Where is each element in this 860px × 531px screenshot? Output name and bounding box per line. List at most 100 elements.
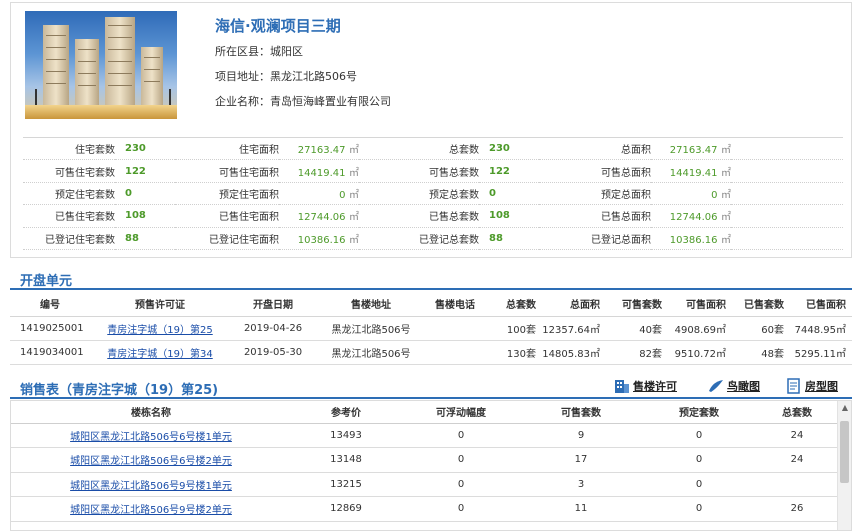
sales-cell: 24: [757, 447, 837, 473]
units-cell: 9510.72㎡: [668, 340, 732, 365]
units-header: 开盘日期: [230, 292, 316, 317]
stat-spacer: [731, 136, 843, 161]
table-row: 城阳区黑龙江北路506号9号楼1单元 13215 0 3 0: [11, 472, 837, 497]
stat-label: 可售住宅套数: [23, 159, 115, 183]
area-unit: ㎡: [349, 167, 359, 179]
units-header: 预售许可证: [90, 292, 230, 317]
stats-row: 可售住宅套数 122 可售住宅面积 14419.41 ㎡可售总套数 122 可售总面积 14…: [23, 159, 843, 183]
sales-cell: [757, 472, 837, 497]
address-label: 项目地址：: [215, 70, 270, 83]
stats-row: 住宅套数 230 住宅面积 27163.47 ㎡总套数 230 总面积 27163.47 ㎡: [23, 136, 843, 161]
units-cell: 130套: [484, 340, 542, 365]
floorplan-button[interactable]: 房型图: [786, 376, 838, 396]
sales-scrollbar[interactable]: ▲: [837, 401, 851, 530]
building-cell: 城阳区黑龙江北路506号9号楼2单元: [11, 496, 291, 522]
stat-number: 14419.41: [297, 167, 346, 179]
stat-label: 已登记住宅套数: [23, 227, 115, 250]
sales-cell: 0: [401, 423, 521, 448]
stat-value: 14419.41 ㎡: [279, 159, 359, 183]
stat-number: 12744.06: [297, 212, 346, 224]
units-cell: 黑龙江北路506号: [316, 340, 426, 365]
stats-row: 已登记住宅套数 88 已登记住宅面积 10386.16 ㎡已登记总套数 88 已登记总面积…: [23, 227, 843, 250]
stat-label: 已售总面积: [539, 204, 651, 228]
scroll-up-icon[interactable]: ▲: [838, 401, 851, 415]
sales-header: 可售套数: [521, 401, 641, 424]
sales-cell: 24: [757, 423, 837, 448]
district-row: 所在区县：城阳区: [215, 43, 303, 59]
stat-label: 已售总套数: [359, 204, 479, 228]
building-permit-icon: [615, 380, 629, 393]
stat-label: 已售住宅面积: [175, 204, 279, 228]
sales-cell: 26: [757, 496, 837, 522]
sales-cell: 12869: [291, 496, 401, 522]
sales-divider: [10, 397, 852, 399]
units-cell: 12357.64㎡: [542, 316, 606, 341]
sales-cell: 3: [521, 472, 641, 497]
stat-number: 27163.47: [297, 145, 346, 157]
stat-label: 可售住宅面积: [175, 159, 279, 183]
area-unit: ㎡: [349, 212, 359, 224]
building-link[interactable]: 城阳区黑龙江北路506号9号楼2单元: [70, 505, 232, 516]
stat-number: 27163.47: [669, 145, 718, 157]
permit-link[interactable]: 青房注字城（19）第34: [107, 349, 212, 360]
scroll-thumb[interactable]: [840, 421, 849, 483]
bird-icon: [709, 380, 723, 392]
area-unit: ㎡: [721, 212, 731, 224]
area-unit: ㎡: [349, 189, 359, 201]
aerial-view-button[interactable]: 鸟瞰图: [708, 376, 760, 396]
stat-label: 可售总套数: [359, 159, 479, 183]
units-cell: 1419034001: [10, 340, 90, 365]
stat-label: 预定住宅套数: [23, 182, 115, 206]
sales-cell: 13215: [291, 472, 401, 497]
permit-button-label: 售楼许可: [633, 380, 677, 393]
sales-cell: 0: [641, 472, 757, 497]
building-cell: 城阳区黑龙江北路506号9号楼1单元: [11, 472, 291, 497]
sales-header: 楼栋名称: [11, 401, 291, 424]
table-row: 1419034001 青房注字城（19）第34 2019-05-30 黑龙江北路506…: [10, 340, 852, 365]
units-cell: 2019-04-26: [230, 316, 316, 341]
stat-value: 230: [115, 136, 175, 161]
units-cell: 5295.11㎡: [790, 340, 852, 365]
units-cell: 2019-05-30: [230, 340, 316, 365]
units-cell: 60套: [732, 316, 790, 341]
stat-label: 已售住宅套数: [23, 204, 115, 228]
project-card: 海信·观澜项目三期 所在区县：城阳区 项目地址：黑龙江北路506号 企业名称：青…: [10, 2, 852, 258]
table-row: 1419025001 青房注字城（19）第25 2019-04-26 黑龙江北路506…: [10, 316, 852, 341]
open-units-divider: [10, 288, 852, 290]
stat-label: 住宅面积: [175, 136, 279, 161]
sales-header: 总套数: [757, 401, 837, 424]
units-cell: 100套: [484, 316, 542, 341]
stat-value: 122: [115, 159, 175, 183]
sales-title: 销售表（青房注字城（19）第25): [20, 383, 219, 398]
permit-link[interactable]: 青房注字城（19）第25: [107, 325, 212, 336]
stat-spacer: [731, 159, 843, 183]
stat-value: 0: [115, 182, 175, 206]
units-cell: 黑龙江北路506号: [316, 316, 426, 341]
building-link[interactable]: 城阳区黑龙江北路506号6号楼1单元: [70, 432, 232, 443]
open-units-table: 编号 预售许可证 开盘日期 售楼地址 售楼电话 总套数 总面积 可售套数 可售面积 已售套数 已售面…: [10, 292, 852, 365]
stat-value: 0 ㎡: [279, 182, 359, 206]
address-value: 黑龙江北路506号: [270, 70, 357, 83]
stat-number: 12744.06: [669, 212, 718, 224]
stat-spacer: [731, 227, 843, 250]
company-value: 青岛恒海峰置业有限公司: [270, 95, 391, 108]
table-row: 城阳区黑龙江北路506号9号楼2单元 12869 0 11 0 26: [11, 496, 837, 522]
building-link[interactable]: 城阳区黑龙江北路506号6号楼2单元: [70, 456, 232, 467]
units-header: 已售套数: [732, 292, 790, 317]
project-stats-table: 住宅套数 230 住宅面积 27163.47 ㎡总套数 230 总面积 27163.47 ㎡…: [23, 136, 843, 250]
area-unit: ㎡: [721, 145, 731, 157]
open-units-title: 开盘单元: [20, 274, 73, 289]
units-cell: 82套: [606, 340, 668, 365]
district-value: 城阳区: [270, 45, 303, 58]
sales-table-container[interactable]: 楼栋名称 参考价 可浮动幅度 可售套数 预定套数 总套数 城阳区黑龙江北路506号6号楼1…: [10, 400, 852, 531]
sales-cell: 0: [401, 496, 521, 522]
units-header: 已售面积: [790, 292, 852, 317]
stat-label: 预定住宅面积: [175, 182, 279, 206]
building-cell: 城阳区黑龙江北路506号6号楼2单元: [11, 447, 291, 473]
area-unit: ㎡: [721, 189, 731, 201]
building-link[interactable]: 城阳区黑龙江北路506号9号楼1单元: [70, 481, 232, 492]
units-cell: 4908.69㎡: [668, 316, 732, 341]
sales-table: 楼栋名称 参考价 可浮动幅度 可售套数 预定套数 总套数 城阳区黑龙江北路506号6号楼1…: [11, 401, 837, 522]
sales-cell: 9: [521, 423, 641, 448]
permit-button[interactable]: 售楼许可: [614, 376, 677, 396]
